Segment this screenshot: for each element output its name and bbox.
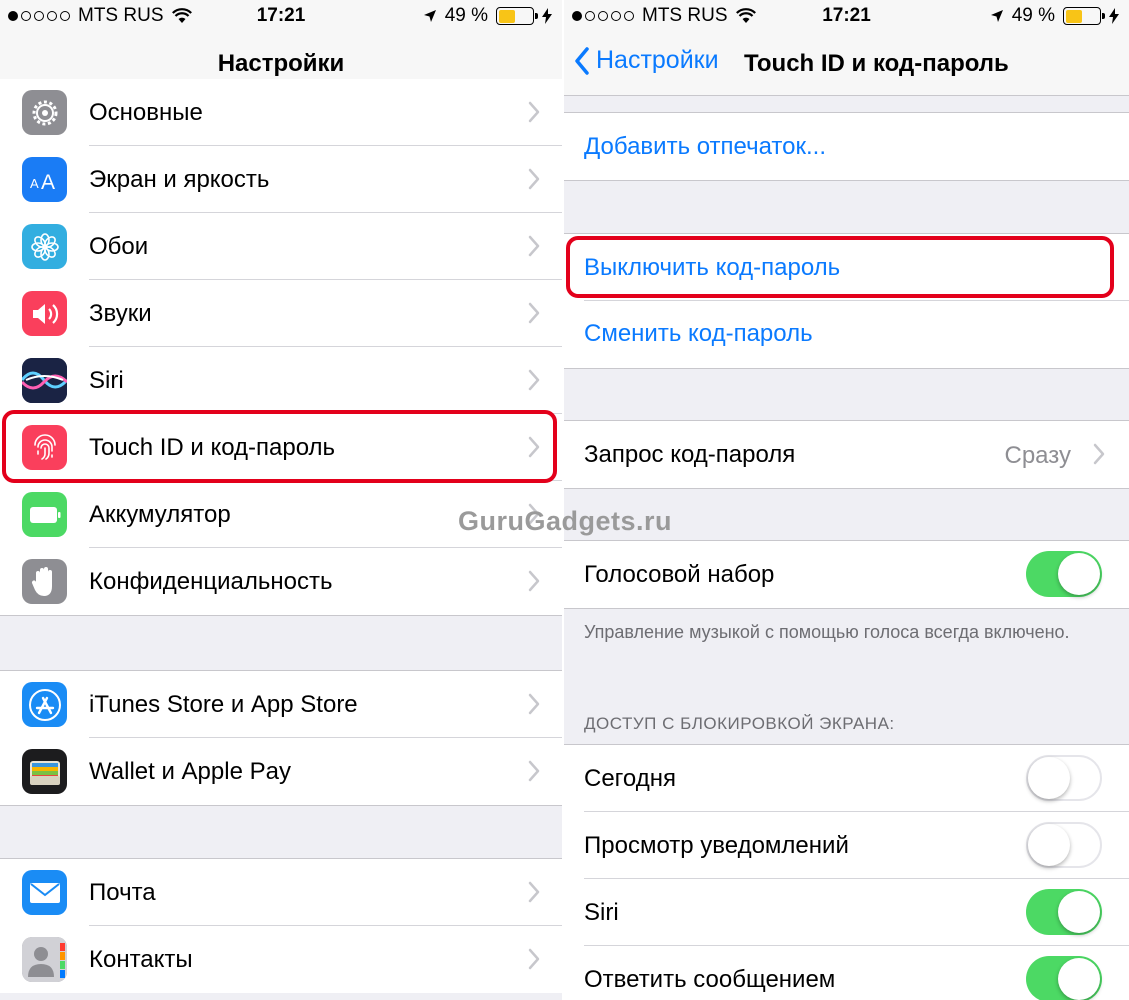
battery-icon (1063, 7, 1105, 25)
touch-id-screen: MTS RUS 17:21 49 % Настройки Touch ID и … (564, 0, 1129, 1000)
location-icon (423, 10, 436, 22)
hand-icon (22, 559, 67, 604)
settings-item-label: Контакты (89, 946, 193, 973)
settings-item-label: Звуки (89, 300, 152, 327)
lock-section-header: ДОСТУП С БЛОКИРОВКОЙ ЭКРАНА: (584, 714, 895, 733)
chevron-right-icon (528, 948, 540, 970)
settings-item-siri[interactable]: Siri (0, 347, 562, 414)
voice-dial-footer: Управление музыкой с помощью голоса всег… (584, 622, 1070, 642)
battery-icon (22, 492, 67, 537)
require-passcode-value: Сразу (1004, 442, 1072, 469)
svg-text:A: A (30, 176, 39, 191)
battery-percent: 49 % (1011, 5, 1055, 26)
chevron-right-icon (528, 235, 540, 257)
settings-item-gear[interactable]: Основные (0, 79, 562, 146)
lock-access-toggle[interactable] (1026, 755, 1102, 801)
back-label: Настройки (596, 46, 719, 74)
wallet-icon (22, 749, 67, 794)
settings-item-label: Siri (89, 367, 124, 394)
lock-access-toggle[interactable] (1026, 822, 1102, 868)
settings-item-label: Основные (89, 99, 203, 126)
gear-icon (22, 90, 67, 135)
lock-access-toggle[interactable] (1026, 889, 1102, 935)
chevron-right-icon (1093, 443, 1105, 465)
require-passcode-label: Запрос код-пароля (584, 441, 796, 468)
page-title: Настройки (217, 50, 345, 77)
add-fingerprint-label: Добавить отпечаток... (584, 133, 826, 160)
lock-access-label: Siri (584, 899, 619, 926)
text-size-icon: AA (22, 157, 67, 202)
status-bar: MTS RUS 17:21 49 % (0, 0, 562, 32)
change-passcode-button[interactable]: Сменить код-пароль (564, 301, 1129, 368)
contacts-icon (22, 937, 67, 982)
lock-access-label: Просмотр уведомлений (584, 832, 849, 859)
settings-item-label: Обои (89, 233, 149, 260)
flower-icon (22, 224, 67, 269)
lock-access-label: Сегодня (584, 765, 676, 792)
chevron-right-icon (528, 760, 540, 782)
require-passcode-cell[interactable]: Запрос код-пароля Сразу (564, 421, 1129, 488)
page-title: Touch ID и код-пароль (744, 50, 1009, 77)
chevron-right-icon (528, 693, 540, 715)
chevron-left-icon (575, 46, 589, 75)
battery-icon (496, 7, 538, 25)
settings-item-speaker[interactable]: Звуки (0, 280, 562, 347)
chevron-right-icon (528, 369, 540, 391)
settings-screen: MTS RUS 17:21 49 % Настройки Основные AA… (0, 0, 562, 1000)
settings-item-mail[interactable]: Почта (0, 859, 562, 926)
charging-icon (542, 8, 552, 24)
chevron-right-icon (528, 302, 540, 324)
group-separator (0, 805, 562, 806)
highlight-frame (2, 410, 557, 483)
settings-item-label: iTunes Store и App Store (89, 691, 358, 718)
mail-icon (22, 870, 67, 915)
group-separator (564, 180, 1129, 181)
status-bar: MTS RUS 17:21 49 % (564, 0, 1129, 32)
speaker-icon (22, 291, 67, 336)
group-separator (564, 608, 1129, 609)
chevron-right-icon (528, 570, 540, 592)
lock-access-item: Ответить сообщением (564, 946, 1129, 1000)
siri-icon (22, 358, 67, 403)
voice-dial-cell: Голосовой набор (564, 541, 1129, 608)
lock-access-item: Siri (564, 879, 1129, 946)
settings-item-contacts[interactable]: Контакты (0, 926, 562, 993)
settings-item-label: Аккумулятор (89, 501, 231, 528)
group-separator (564, 488, 1129, 489)
settings-item-app-store[interactable]: iTunes Store и App Store (0, 671, 562, 738)
group-separator (564, 368, 1129, 369)
charging-icon (1109, 8, 1119, 24)
chevron-right-icon (528, 101, 540, 123)
settings-item-hand[interactable]: Конфиденциальность (0, 548, 562, 615)
highlight-frame (566, 236, 1114, 298)
settings-item-wallet[interactable]: Wallet и Apple Pay (0, 738, 562, 805)
back-button[interactable]: Настройки (574, 46, 719, 75)
settings-item-label: Wallet и Apple Pay (89, 758, 291, 785)
location-icon (990, 10, 1003, 22)
chevron-right-icon (528, 881, 540, 903)
lock-access-label: Ответить сообщением (584, 966, 836, 993)
voice-dial-label: Голосовой набор (584, 561, 775, 588)
settings-item-text-size[interactable]: AA Экран и яркость (0, 146, 562, 213)
lock-access-item: Сегодня (564, 745, 1129, 812)
battery-percent: 49 % (444, 5, 488, 26)
nav-bar: Настройки Touch ID и код-пароль (564, 32, 1129, 96)
app-store-icon (22, 682, 67, 727)
watermark: GuruGadgets.ru (458, 506, 673, 536)
lock-access-toggle[interactable] (1026, 956, 1102, 1000)
settings-item-label: Почта (89, 879, 156, 906)
voice-dial-toggle[interactable] (1026, 551, 1102, 597)
chevron-right-icon (528, 168, 540, 190)
change-passcode-label: Сменить код-пароль (584, 320, 813, 347)
lock-access-item: Просмотр уведомлений (564, 812, 1129, 879)
settings-item-label: Экран и яркость (89, 166, 270, 193)
svg-text:A: A (41, 171, 55, 192)
settings-item-label: Конфиденциальность (89, 568, 333, 595)
settings-item-flower[interactable]: Обои (0, 213, 562, 280)
add-fingerprint-cell[interactable]: Добавить отпечаток... (564, 113, 1129, 180)
group-separator (0, 615, 562, 616)
